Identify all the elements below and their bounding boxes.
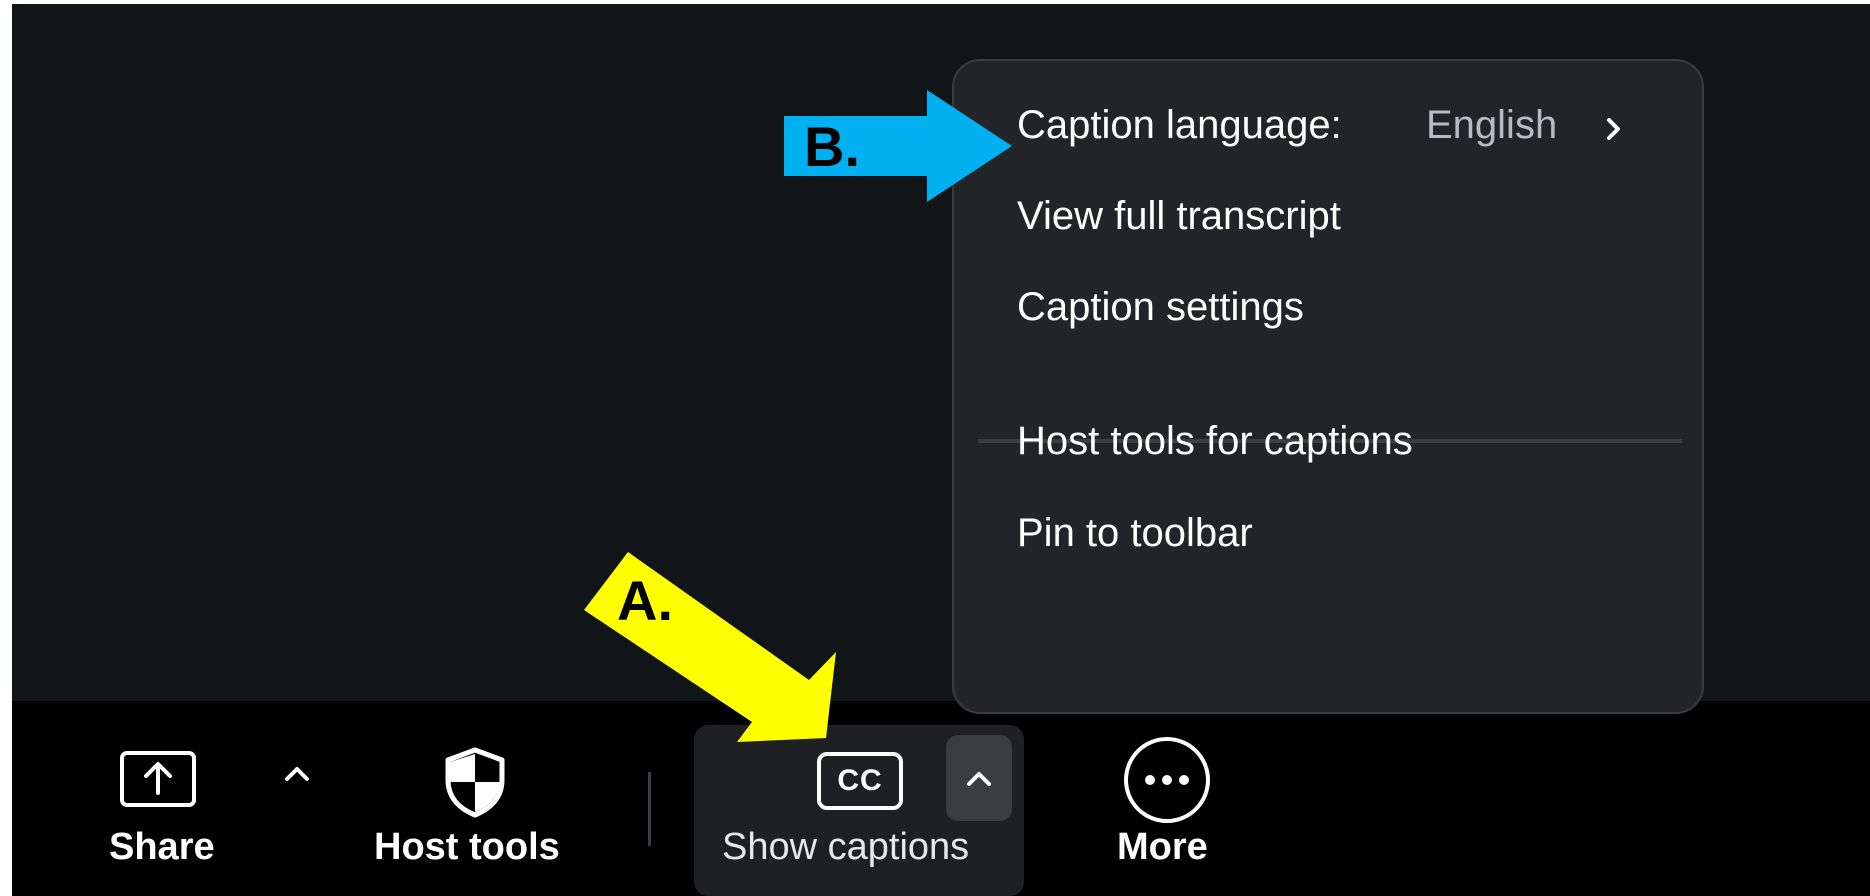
more-icon[interactable] [1124,737,1210,823]
chevron-right-icon[interactable] [1604,115,1624,143]
view-full-transcript-item[interactable]: View full transcript [1017,194,1341,239]
annotation-label-a: A. [617,569,673,632]
annotation-label-b: B. [804,115,860,178]
cc-icon[interactable]: CC [817,752,903,810]
host-tools-button-label[interactable]: Host tools [374,826,560,869]
meeting-window: Share Host tools CC Show captions More C… [12,4,1870,896]
caption-language-value[interactable]: English [1426,103,1557,148]
pin-to-toolbar-item[interactable]: Pin to toolbar [1017,511,1253,556]
captions-menu: Caption language: English View full tran… [952,59,1704,714]
share-options-caret-icon[interactable] [281,761,313,785]
more-button-label[interactable]: More [1117,826,1208,869]
toolbar-divider [648,772,651,846]
captions-options-button[interactable] [946,735,1012,821]
share-icon[interactable] [120,751,196,807]
host-tools-for-captions-item[interactable]: Host tools for captions [1017,419,1413,464]
show-captions-label[interactable]: Show captions [722,826,969,869]
caption-settings-item[interactable]: Caption settings [1017,285,1304,330]
shield-icon[interactable] [440,746,510,818]
share-button-label[interactable]: Share [109,826,215,869]
caret-up-icon [967,772,991,786]
caption-language-item[interactable]: Caption language: [1017,103,1342,148]
